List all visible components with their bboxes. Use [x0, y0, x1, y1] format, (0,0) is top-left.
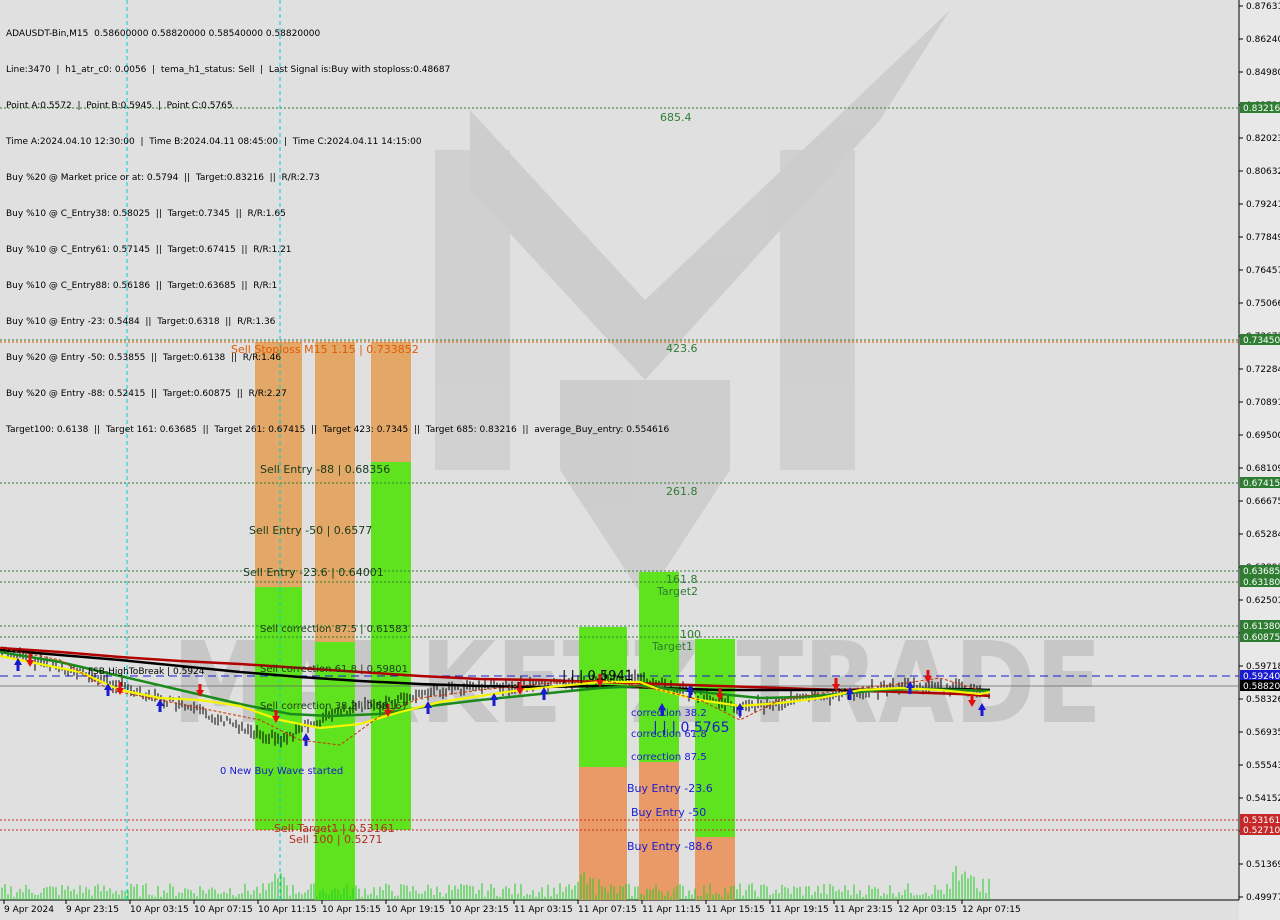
price-tick-label: 0.65284 [1246, 530, 1280, 540]
label-sell-entry-88: Sell Entry -88 | 0.68356 [260, 463, 390, 476]
price-tick-label: 0.55543 [1246, 761, 1280, 771]
time-tick-label: 11 Apr 15:15 [706, 905, 765, 915]
time-tick-label: 11 Apr 07:15 [578, 905, 637, 915]
price-tick-label: 0.76457 [1246, 266, 1280, 276]
label-sell-corr-87: Sell correction 87.5 | 0.61583 [260, 624, 408, 635]
label-point-b: | | | 0.5941 [562, 669, 633, 684]
price-tick-label: 0.51369 [1246, 860, 1280, 870]
label-correction-87: correction 87.5 [631, 752, 707, 763]
price-tag-label: 0.52710 [1243, 826, 1280, 836]
info-line-buy-e23: Buy %10 @ Entry -23: 0.5484 || Target:0.… [6, 317, 276, 327]
info-line-buy-c38: Buy %10 @ C_Entry38: 0.58025 || Target:0… [6, 209, 286, 219]
time-tick-label: 10 Apr 03:15 [130, 905, 189, 915]
label-correction-61: correction 61.8 [631, 729, 707, 740]
info-line-buy-e50: Buy %20 @ Entry -50: 0.53855 || Target:0… [6, 353, 282, 363]
info-line-points: Point A:0.5572 | Point B:0.5945 | Point … [6, 101, 233, 111]
label-sell-corr-38: Sell correction 38.2 | 0.58167 [260, 701, 408, 712]
price-tick-label: 0.68109 [1246, 464, 1280, 474]
label-correction-38: correction 38.2 [631, 708, 707, 719]
price-tick-label: 0.86240 [1246, 35, 1280, 45]
label-423: 423.6 [666, 342, 698, 355]
price-tick-label: 0.49977 [1246, 893, 1280, 903]
label-sell-100: Sell 100 | 0.5271 [289, 833, 383, 846]
info-line-buy-c88: Buy %10 @ C_Entry88: 0.56186 || Target:0… [6, 281, 278, 291]
label-261: 261.8 [666, 485, 698, 498]
label-target1: Target1 [651, 640, 693, 653]
info-line-buy-market: Buy %20 @ Market price or at: 0.5794 || … [6, 173, 320, 183]
price-tag-label: 0.73450 [1243, 336, 1280, 346]
label-sell-entry-23: Sell Entry -23.6 | 0.64001 [243, 566, 384, 579]
price-tick-label: 0.69500 [1246, 431, 1280, 441]
price-tick-label: 0.75066 [1246, 299, 1280, 309]
time-tick-label: 11 Apr 19:15 [770, 905, 829, 915]
time-tick-label: 11 Apr 11:15 [642, 905, 701, 915]
label-new-buy-wave: 0 New Buy Wave started [220, 766, 343, 777]
price-tag-label: 0.61380 [1243, 622, 1280, 632]
price-tick-label: 0.62501 [1246, 596, 1280, 606]
price-tick-label: 0.54152 [1246, 794, 1280, 804]
info-line-status: Line:3470 | h1_atr_c0: 0.0056 | tema_h1_… [6, 65, 451, 75]
price-tag-label: 0.60875 [1243, 633, 1280, 643]
buy-zone-1-green [579, 627, 627, 767]
price-tick-label: 0.66675 [1246, 497, 1280, 507]
price-tag-label: 0.63180 [1243, 578, 1280, 588]
info-line-buy-c61: Buy %10 @ C_Entry61: 0.57145 || Target:0… [6, 245, 292, 255]
price-tick-label: 0.58326 [1246, 695, 1280, 705]
time-tick-label: 12 Apr 03:15 [898, 905, 957, 915]
price-tick-label: 0.80632 [1246, 167, 1280, 177]
info-line-targets: Target100: 0.6138 || Target 161: 0.63685… [6, 425, 670, 435]
price-tag-label: 0.67415 [1243, 479, 1280, 489]
info-line-times: Time A:2024.04.10 12:30:00 | Time B:2024… [6, 137, 422, 147]
indicator-info-panel: ADAUSDT-Bin,M15 0.58600000 0.58820000 0.… [6, 4, 669, 448]
time-tick-label: 10 Apr 07:15 [194, 905, 253, 915]
price-tick-label: 0.87631 [1246, 2, 1280, 12]
label-target2: Target2 [656, 585, 698, 598]
buy-zone-1-salmon [579, 767, 627, 900]
price-tick-label: 0.82023 [1246, 134, 1280, 144]
info-line-symbol: ADAUSDT-Bin,M15 0.58600000 0.58820000 0.… [6, 29, 321, 39]
label-buy-entry-50: Buy Entry -50 [631, 806, 706, 819]
time-tick-label: 11 Apr 03:15 [514, 905, 573, 915]
price-tick-label: 0.72284 [1246, 365, 1280, 375]
price-tick-label: 0.79241 [1246, 200, 1280, 210]
label-buy-entry-23: Buy Entry -23.6 [627, 782, 713, 795]
price-tick-label: 0.77849 [1246, 233, 1280, 243]
price-tag-label: 0.63685 [1243, 567, 1280, 577]
time-tick-label: 11 Apr 23:15 [834, 905, 893, 915]
label-buy-entry-88: Buy Entry -88.6 [627, 840, 713, 853]
info-line-buy-e88: Buy %20 @ Entry -88: 0.52415 || Target:0… [6, 389, 287, 399]
sell-zone-3-green [371, 462, 411, 830]
time-tick-label: 10 Apr 15:15 [322, 905, 381, 915]
price-tick-label: 0.84980 [1246, 68, 1280, 78]
time-tick-label: 9 Apr 2024 [4, 905, 54, 915]
price-tag-label: 0.83216 [1243, 104, 1280, 114]
time-tick-label: 12 Apr 07:15 [962, 905, 1021, 915]
price-tag-label: 0.58820 [1243, 682, 1280, 692]
label-sell-corr-61: Sell correction 61.8 | 0.59801 [260, 664, 408, 675]
price-tick-label: 0.56935 [1246, 728, 1280, 738]
time-tick-label: 10 Apr 11:15 [258, 905, 317, 915]
time-tick-label: 9 Apr 23:15 [66, 905, 119, 915]
time-tick-label: 10 Apr 19:15 [386, 905, 445, 915]
time-tick-label: 10 Apr 23:15 [450, 905, 509, 915]
time-axis-ticks: 9 Apr 2024 9 Apr 23:15 10 Apr 03:15 10 Apr … [3, 900, 1021, 915]
label-fsb-high: FSB-HighToBreak | 0.5924 [88, 667, 205, 677]
label-sell-entry-50: Sell Entry -50 | 0.6577 [249, 524, 372, 537]
price-tick-label: 0.70891 [1246, 398, 1280, 408]
